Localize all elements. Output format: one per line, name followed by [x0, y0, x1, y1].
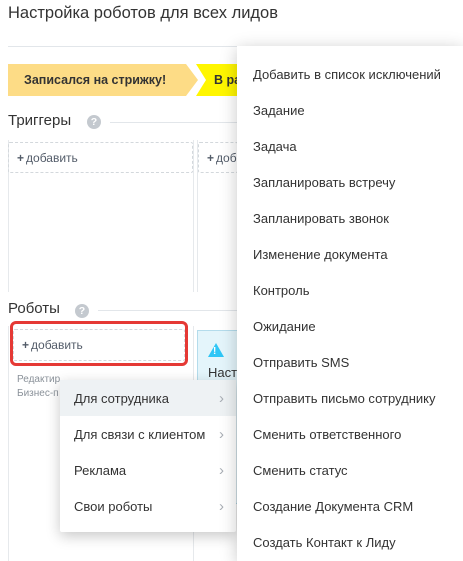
warning-mark: !	[213, 346, 217, 357]
chevron-right-icon: ›	[219, 497, 224, 515]
stage-label: Записался на стрижку!	[24, 73, 167, 87]
menu-item[interactable]: Сменить ответственного	[237, 416, 463, 452]
menu-item[interactable]: Отправить письмо сотруднику	[237, 380, 463, 416]
page-title: Настройка роботов для всех лидов	[8, 4, 278, 22]
submenu-item-employee[interactable]: Для сотрудника ›	[60, 380, 236, 416]
robot-category-submenu: Для сотрудника › Для связи с клиентом › Ре…	[60, 380, 236, 532]
add-trigger-button[interactable]: + добавить	[8, 142, 193, 173]
submenu-item-client[interactable]: Для связи с клиентом ›	[60, 416, 236, 452]
submenu-item-custom[interactable]: Свои роботы ›	[60, 488, 236, 524]
submenu-item-label: Для сотрудника	[74, 390, 169, 406]
plus-icon: +	[17, 151, 25, 165]
submenu-item-ads[interactable]: Реклама ›	[60, 452, 236, 488]
robots-title: Роботы	[8, 300, 60, 317]
triggers-help-icon[interactable]: ?	[87, 115, 101, 129]
chevron-right-icon: ›	[219, 425, 224, 443]
menu-item[interactable]: Ожидание	[237, 308, 463, 344]
menu-item[interactable]: Отправить SMS	[237, 344, 463, 380]
triggers-title: Триггеры	[8, 112, 72, 129]
menu-item[interactable]: Добавить в список исключений	[237, 56, 463, 92]
robot-card-title: Наст	[208, 365, 238, 380]
menu-item[interactable]: Сменить статус	[237, 452, 463, 488]
menu-item[interactable]: Запланировать звонок	[237, 200, 463, 236]
menu-item[interactable]: Контроль	[237, 272, 463, 308]
submenu-item-label: Реклама	[74, 462, 127, 478]
menu-item[interactable]: Запланировать встречу	[237, 164, 463, 200]
menu-item[interactable]: Задача	[237, 128, 463, 164]
add-robot-highlight	[10, 321, 188, 366]
submenu-item-label: Для связи с клиентом	[74, 426, 206, 442]
chevron-right-icon: ›	[219, 389, 224, 407]
chevron-right-icon: ›	[219, 461, 224, 479]
add-trigger-button[interactable]: + доб	[198, 142, 238, 173]
menu-item[interactable]: Задание	[237, 92, 463, 128]
stage-booked[interactable]: Записался на стрижку!	[8, 64, 198, 96]
robot-list-menu: Добавить в список исключений Задание Зад…	[237, 46, 463, 561]
menu-item[interactable]: Создание Документа CRM	[237, 488, 463, 524]
add-label: добавить	[26, 151, 78, 165]
menu-item[interactable]: Изменение документа	[237, 236, 463, 272]
menu-item[interactable]: Создать Контакт к Лиду	[237, 524, 463, 560]
robots-hint-line: Бизнес-п	[17, 388, 59, 399]
submenu-item-label: Свои роботы	[74, 498, 153, 514]
robots-help-icon[interactable]: ?	[75, 304, 89, 318]
plus-icon: +	[207, 151, 215, 165]
add-label: доб	[216, 151, 237, 165]
robots-hint-line: Редактир	[17, 374, 61, 385]
